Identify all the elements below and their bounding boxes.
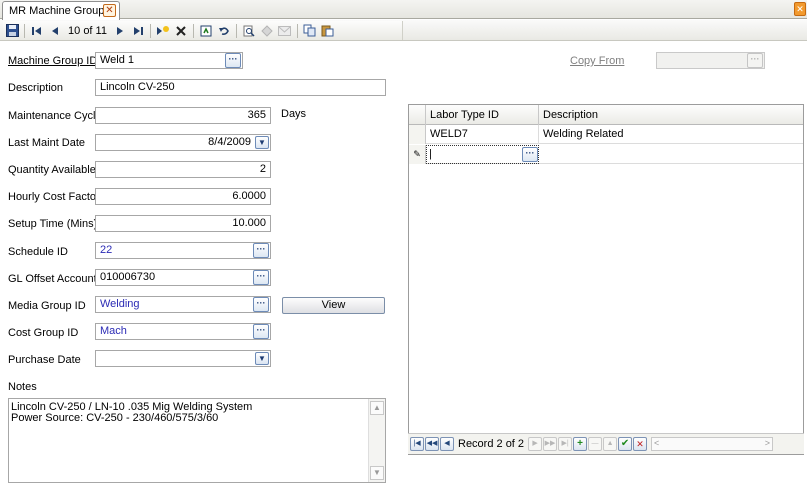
grid-header: Labor Type ID Description (409, 105, 803, 125)
labor-type-grid: Labor Type ID Description WELD7 Welding … (408, 104, 804, 455)
navigator-record-text: Record 2 of 2 (458, 438, 525, 450)
scroll-left-icon[interactable]: < (654, 438, 659, 448)
description-label: Description (8, 82, 64, 94)
nav-append-icon[interactable]: + (573, 437, 588, 451)
labor-type-id-cell: | (429, 148, 432, 160)
gl-offset-account-label: GL Offset Account (8, 273, 97, 285)
schedule-id-label: Schedule ID (8, 246, 68, 258)
purchase-date-label: Purchase Date (8, 354, 81, 366)
quantity-available-label: Quantity Available (8, 164, 96, 176)
copy-from-lookup-button[interactable]: ··· (747, 53, 763, 68)
nav-edit-icon[interactable]: ▲ (603, 437, 618, 451)
cost-group-id-field[interactable]: Mach (95, 323, 271, 340)
tab-title: MR Machine Groups (9, 5, 110, 17)
labor-type-id-cell[interactable]: WELD7 (426, 125, 539, 144)
next-record-icon[interactable] (111, 22, 129, 40)
gl-offset-account-lookup-button[interactable]: ··· (253, 270, 269, 285)
purchase-date-field[interactable] (95, 350, 271, 367)
cost-group-id-label: Cost Group ID (8, 327, 79, 339)
scroll-right-icon[interactable]: > (765, 438, 770, 448)
last-maint-date-field[interactable]: 8/4/2009 (95, 134, 271, 151)
save-icon[interactable] (3, 22, 21, 40)
tab-mr-machine-groups[interactable]: MR Machine Groups ✕ (2, 1, 120, 20)
delete-icon[interactable] (172, 22, 190, 40)
last-maint-date-label: Last Maint Date (8, 137, 86, 149)
column-header-labor-type-id[interactable]: Labor Type ID (426, 105, 539, 125)
hourly-cost-factor-label: Hourly Cost Factor (8, 191, 100, 203)
media-group-id-field[interactable]: Welding (95, 296, 271, 313)
notes-label: Notes (8, 381, 37, 393)
email-icon[interactable] (276, 22, 294, 40)
report-icon[interactable] (258, 22, 276, 40)
hourly-cost-factor-field[interactable]: 6.0000 (95, 188, 271, 205)
scroll-down-icon[interactable]: ▼ (370, 466, 384, 480)
gl-offset-account-field[interactable]: 010006730 (95, 269, 271, 286)
schedule-id-field[interactable]: 22 (95, 242, 271, 259)
paste-icon[interactable] (319, 22, 337, 40)
row-edit-indicator-icon: ✎ (409, 145, 426, 164)
print-preview-icon[interactable] (240, 22, 258, 40)
description-field[interactable]: Lincoln CV-250 (95, 79, 386, 96)
nav-delete-icon[interactable]: — (588, 437, 603, 451)
description-cell[interactable]: Welding Related (539, 125, 803, 144)
row-indicator (409, 125, 426, 144)
notes-textarea[interactable]: Lincoln CV-250 / LN-10 .035 Mig Welding … (8, 398, 386, 483)
labor-type-id-editor[interactable]: | ··· (426, 145, 539, 164)
nav-prev-page-icon[interactable]: ◀◀ (425, 437, 439, 451)
maintenance-cycle-unit: Days (281, 108, 307, 120)
nav-cancel-icon[interactable]: ✕ (633, 437, 648, 451)
toolbar-separator (235, 23, 237, 38)
column-header-description[interactable]: Description (539, 105, 803, 125)
cost-group-id-lookup-button[interactable]: ··· (253, 324, 269, 339)
nav-post-icon[interactable]: ✔ (618, 437, 633, 451)
scroll-up-icon[interactable]: ▲ (370, 401, 384, 415)
maintenance-cycle-label: Maintenance Cycle (8, 110, 102, 122)
machine-group-id-field[interactable]: Weld 1 (95, 52, 243, 69)
machine-group-lookup-button[interactable]: ··· (225, 53, 241, 68)
toolbar: 10 of 11 (0, 20, 807, 41)
notes-scrollbar[interactable]: ▲ ▼ (368, 399, 385, 482)
purchase-date-dropdown-icon[interactable]: ▼ (255, 352, 269, 365)
nav-last-icon[interactable]: ▶| (558, 437, 573, 451)
notes-text: Lincoln CV-250 / LN-10 .035 Mig Welding … (11, 401, 253, 424)
tab-close-icon[interactable]: ✕ (103, 4, 116, 17)
previous-record-icon[interactable] (46, 22, 64, 40)
table-row[interactable]: ✎ | ··· (409, 145, 803, 164)
table-row[interactable]: WELD7 Welding Related (409, 125, 803, 144)
tab-strip: MR Machine Groups ✕ ✕ (0, 0, 807, 20)
machine-group-id-label: Machine Group ID (8, 55, 98, 67)
record-position: 10 of 11 (68, 24, 107, 37)
media-group-id-label: Media Group ID (8, 300, 86, 312)
nav-prev-icon[interactable]: ◀ (440, 437, 454, 451)
grid-header-indicator (409, 105, 426, 125)
quantity-available-field[interactable]: 2 (95, 161, 271, 178)
grid-navigator: |◀ ◀◀ ◀ Record 2 of 2 ▶ ▶▶ ▶| + — ▲ ✔ ✕ … (408, 433, 804, 454)
setup-time-label: Setup Time (Mins) (8, 218, 98, 230)
description-cell[interactable] (539, 145, 803, 164)
new-record-icon[interactable] (154, 22, 172, 40)
schedule-id-lookup-button[interactable]: ··· (253, 243, 269, 258)
nav-next-icon[interactable]: ▶ (528, 437, 543, 451)
grid-horizontal-scrollbar[interactable]: < > (651, 437, 774, 451)
setup-time-field[interactable]: 10.000 (95, 215, 271, 232)
nav-first-icon[interactable]: |◀ (410, 437, 424, 451)
toolbar-separator (24, 23, 25, 38)
copy-from-label: Copy From (570, 55, 625, 67)
toolbar-separator (296, 23, 298, 38)
close-all-icon[interactable]: ✕ (794, 2, 806, 16)
nav-next-page-icon[interactable]: ▶▶ (543, 437, 558, 451)
view-button[interactable]: View (282, 297, 385, 314)
last-record-icon[interactable] (129, 22, 147, 40)
last-maint-date-dropdown-icon[interactable]: ▼ (255, 136, 269, 149)
refresh-icon[interactable] (197, 22, 215, 40)
toolbar-separator (192, 23, 194, 38)
first-record-icon[interactable] (28, 22, 46, 40)
maintenance-cycle-field[interactable]: 365 (95, 107, 271, 124)
labor-type-lookup-button[interactable]: ··· (522, 147, 538, 162)
media-group-id-lookup-button[interactable]: ··· (253, 297, 269, 312)
undo-icon[interactable] (215, 22, 233, 40)
toolbar-separator (149, 23, 151, 38)
copy-icon[interactable] (301, 22, 319, 40)
